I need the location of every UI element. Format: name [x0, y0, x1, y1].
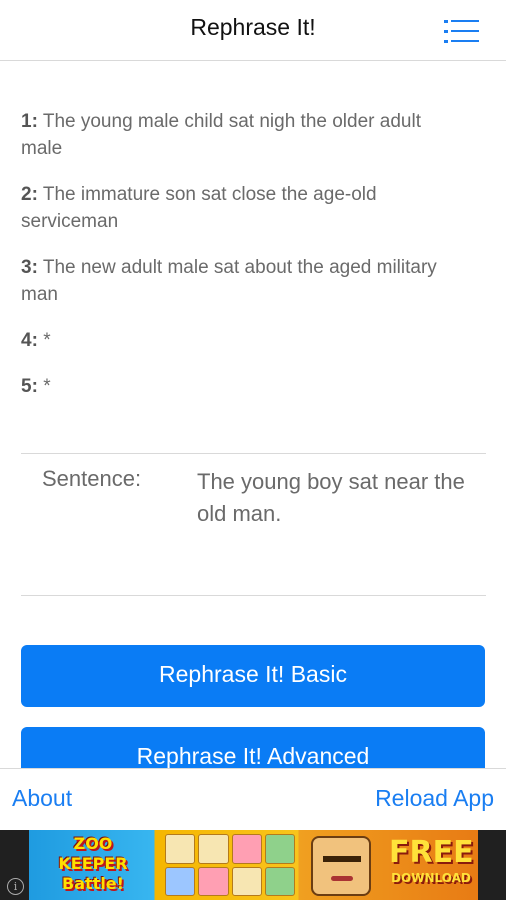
animal-tile [165, 866, 196, 896]
animal-tile [231, 834, 262, 864]
result-item: 4: * [21, 327, 461, 354]
results-list: 1: The young male child sat nigh the old… [21, 108, 461, 419]
page-title: Rephrase It! [190, 14, 316, 40]
footer-bar: About Reload App [0, 768, 506, 830]
result-text: The young male child sat nigh the older … [21, 111, 421, 159]
sentence-label: Sentence: [42, 466, 142, 491]
app-header: Rephrase It! [0, 0, 506, 61]
ad-banner[interactable]: ZOO KEEPER Battle! FREE DOWNLOAD [29, 830, 478, 900]
result-number: 3: [21, 257, 38, 278]
animal-tile [165, 834, 196, 864]
ad-game-logo: ZOO KEEPER Battle! [33, 834, 153, 894]
ad-animal-tiles [165, 834, 295, 896]
list-menu-icon [444, 20, 479, 43]
animal-tile [264, 834, 295, 864]
result-number: 4: [21, 330, 38, 351]
result-text: * [43, 376, 51, 397]
ad-logo-line: Battle! [62, 874, 124, 893]
ad-banner-area: i ZOO KEEPER Battle! FREE DOWNLOAD [0, 830, 506, 900]
result-text: The new adult male sat about the aged mi… [21, 257, 437, 305]
result-item: 3: The new adult male sat about the aged… [21, 254, 461, 308]
result-text: The immature son sat close the age-old s… [21, 184, 377, 232]
animal-tile [198, 866, 229, 896]
result-number: 2: [21, 184, 38, 205]
ad-logo-line: ZOO [73, 834, 113, 853]
ad-character-image [311, 836, 371, 896]
about-link[interactable]: About [12, 785, 72, 812]
reload-app-link[interactable]: Reload App [375, 785, 494, 812]
result-number: 5: [21, 376, 38, 397]
animal-tile [231, 866, 262, 896]
info-icon[interactable]: i [7, 878, 24, 895]
result-item: 1: The young male child sat nigh the old… [21, 108, 461, 162]
sentence-input[interactable]: The young boy sat near the old man. [197, 466, 467, 530]
ad-cta-download: DOWNLOAD [391, 871, 471, 885]
ad-cta-free: FREE [389, 835, 474, 870]
animal-tile [264, 866, 295, 896]
menu-button[interactable] [444, 18, 482, 46]
result-item: 2: The immature son sat close the age-ol… [21, 181, 461, 235]
divider-bottom [21, 595, 486, 596]
divider-top [21, 453, 486, 454]
rephrase-basic-button[interactable]: Rephrase It! Basic [21, 645, 485, 707]
ad-logo-line: KEEPER [58, 854, 128, 873]
result-item: 5: * [21, 373, 461, 400]
result-text: * [43, 330, 51, 351]
result-number: 1: [21, 111, 38, 132]
ad-cta: FREE DOWNLOAD [389, 835, 474, 886]
animal-tile [198, 834, 229, 864]
